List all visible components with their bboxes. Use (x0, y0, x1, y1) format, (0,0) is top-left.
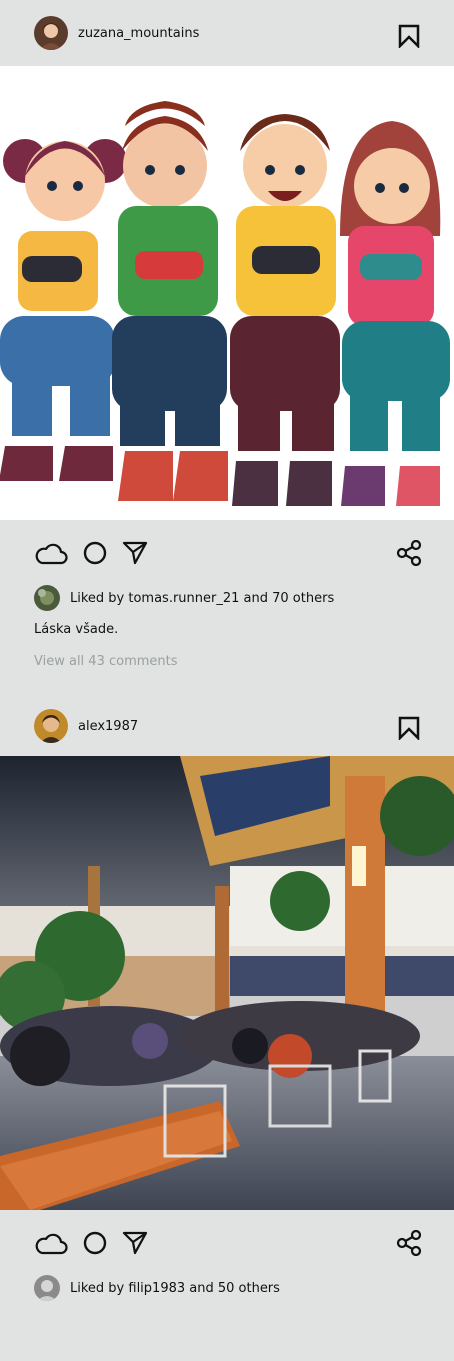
share-icon[interactable] (396, 540, 422, 566)
avatar-nature-icon (34, 585, 60, 611)
likes-text: Liked by filip1983 and 50 others (70, 1280, 280, 1296)
send-icon[interactable] (122, 540, 148, 566)
food-court-image (0, 756, 454, 1210)
circle-icon[interactable] (83, 1231, 107, 1255)
likes-row[interactable]: Liked by filip1983 and 50 others (0, 1274, 454, 1302)
post-image[interactable] (0, 66, 454, 520)
username[interactable]: zuzana_mountains (78, 26, 199, 41)
share-icon[interactable] (396, 1230, 422, 1256)
post-actions (0, 520, 454, 584)
likes-text: Liked by tomas.runner_21 and 70 others (70, 590, 335, 606)
cloud-icon[interactable] (34, 1232, 68, 1256)
circle-icon[interactable] (83, 541, 107, 565)
user-avatar[interactable] (34, 16, 68, 50)
post-header: zuzana_mountains (0, 0, 454, 66)
avatar-woman-icon (34, 16, 68, 50)
avatar-person-icon (34, 1275, 60, 1301)
bookmark-icon[interactable] (398, 716, 420, 740)
view-comments-link[interactable]: View all 43 comments (0, 654, 454, 674)
post-1: zuzana_mountains Liked by tomas.runner_2… (0, 0, 454, 674)
liker-avatar (34, 1275, 60, 1301)
username[interactable]: alex1987 (78, 719, 138, 734)
cartoon-kids-gaming-image (0, 66, 454, 520)
avatar-man-icon (34, 709, 68, 743)
post-image[interactable] (0, 756, 454, 1210)
liker-avatar (34, 585, 60, 611)
likes-row[interactable]: Liked by tomas.runner_21 and 70 others (0, 584, 454, 612)
user-avatar[interactable] (34, 709, 68, 743)
post-caption: Láska všade. (34, 622, 119, 637)
bookmark-icon[interactable] (398, 24, 420, 48)
post-2: alex1987 Liked by filip1983 and 50 other… (0, 696, 454, 1302)
post-actions (0, 1210, 454, 1274)
post-header: alex1987 (0, 696, 454, 756)
cloud-icon[interactable] (34, 542, 68, 566)
send-icon[interactable] (122, 1230, 148, 1256)
